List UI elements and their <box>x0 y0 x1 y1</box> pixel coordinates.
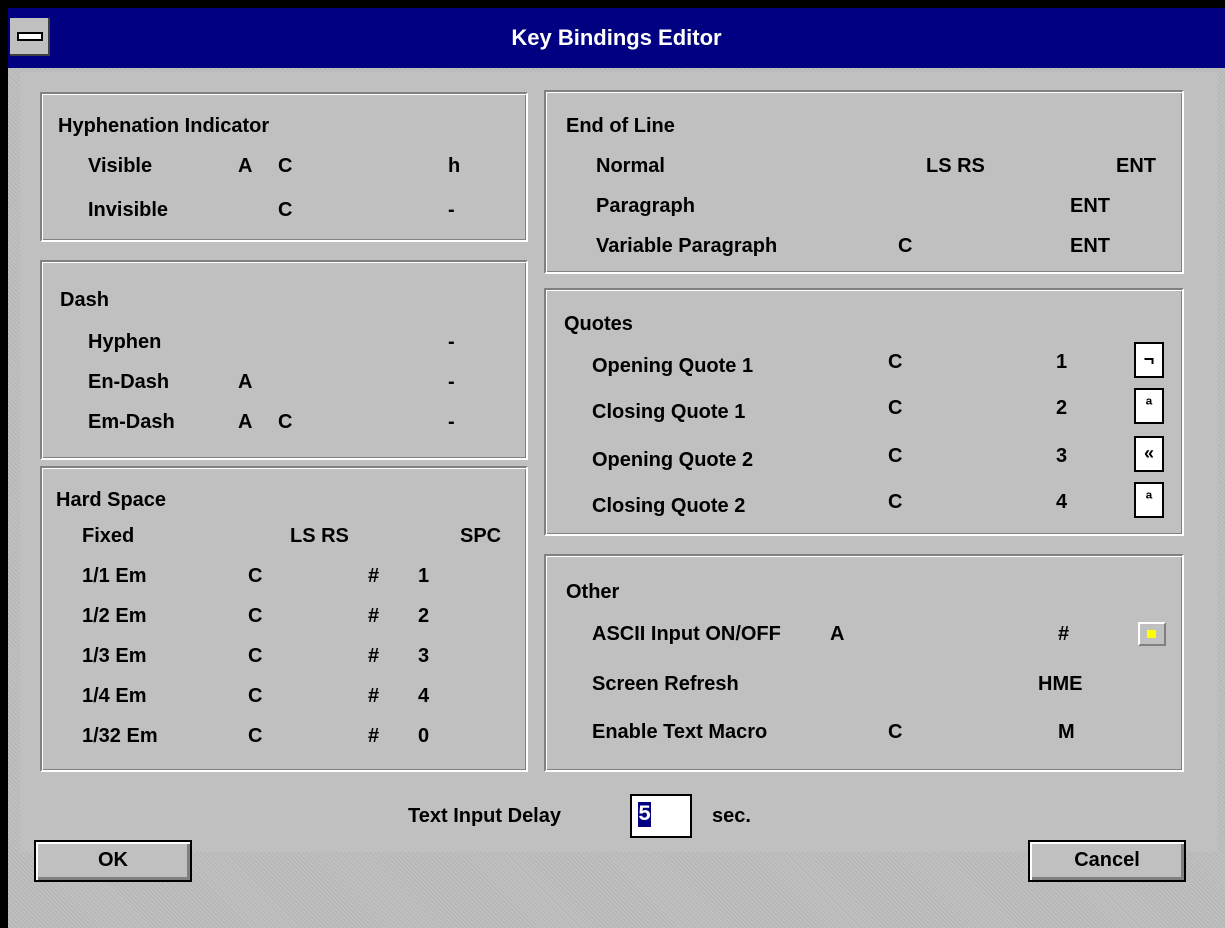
hard-space-row-key: 1 <box>418 565 430 587</box>
hard-space-row-label: 1/2 Em <box>82 605 147 627</box>
hard-space-row-label: 1/1 Em <box>82 565 147 587</box>
quote-row-mod: C <box>888 491 903 513</box>
text-input-delay-field[interactable]: 5 <box>630 794 692 838</box>
quote-glyph-button[interactable]: ¬ <box>1134 342 1164 378</box>
quote-row-label: Closing Quote 2 <box>592 495 746 517</box>
dash-em-label: Em-Dash <box>88 411 175 433</box>
hard-space-row-mod: C <box>248 605 263 627</box>
quote-row-key: 4 <box>1056 491 1068 513</box>
eol-paragraph-key: ENT <box>1070 195 1110 217</box>
title-bar[interactable]: Key Bindings Editor <box>8 8 1225 68</box>
quote-row-label: Opening Quote 1 <box>592 355 754 377</box>
dash-en-key: - <box>448 371 455 393</box>
eol-normal-mod: LS RS <box>926 155 985 177</box>
window-title: Key Bindings Editor <box>511 25 722 50</box>
quote-row-label: Closing Quote 1 <box>592 401 746 423</box>
group-title-hard-space: Hard Space <box>56 489 167 511</box>
dialog-client-area: Hyphenation Indicator Visible A C h Invi… <box>20 72 1217 852</box>
group-title-other: Other <box>566 581 620 603</box>
hyph-invisible-mod-c: C <box>278 199 293 221</box>
eol-normal-key: ENT <box>1116 155 1156 177</box>
key-bindings-window: Key Bindings Editor Hyphenation Indicato… <box>8 8 1225 928</box>
eol-paragraph-label: Paragraph <box>596 195 695 217</box>
hard-space-row-mod: C <box>248 565 263 587</box>
hyph-visible-key: h <box>448 155 461 177</box>
quote-glyph-button[interactable]: ª <box>1134 482 1164 518</box>
hard-space-row-label: 1/32 Em <box>82 725 158 747</box>
hard-space-fixed-mods: LS RS <box>290 525 349 547</box>
quote-row-key: 2 <box>1056 397 1068 419</box>
eol-variable-mod: C <box>898 235 913 257</box>
hard-space-row-key: 0 <box>418 725 430 747</box>
quote-glyph-button[interactable]: ª <box>1134 388 1164 424</box>
dash-en-label: En-Dash <box>88 371 170 393</box>
hard-space-row-sym: # <box>368 725 380 747</box>
text-macro-mod: C <box>888 721 903 743</box>
hyph-invisible-key: - <box>448 199 455 221</box>
quote-row-mod: C <box>888 445 903 467</box>
text-input-delay-label: Text Input Delay <box>408 805 561 827</box>
ascii-input-key: # <box>1058 623 1070 645</box>
eol-normal-label: Normal <box>596 155 665 177</box>
text-macro-label: Enable Text Macro <box>592 721 768 743</box>
screen-refresh-key: HME <box>1038 673 1083 695</box>
group-end-of-line: End of Line Normal LS RS ENT Paragraph E… <box>544 90 1184 274</box>
hyph-visible-mod-c: C <box>278 155 293 177</box>
eol-variable-label: Variable Paragraph <box>596 235 778 257</box>
system-menu-button[interactable] <box>10 18 50 56</box>
group-other: Other ASCII Input ON/OFF A # Screen Refr… <box>544 554 1184 772</box>
group-dash: Dash Hyphen - En-Dash A - Em-Dash A C - <box>40 260 528 460</box>
hard-space-row-mod: C <box>248 645 263 667</box>
group-hard-space: Hard Space Fixed LS RS SPC 1/1 Em C # 1 … <box>40 466 528 772</box>
delay-unit-label: sec. <box>712 805 751 827</box>
quote-glyph-button[interactable]: « <box>1134 436 1164 472</box>
hard-space-row-key: 2 <box>418 605 430 627</box>
dash-hyphen-label: Hyphen <box>88 331 162 353</box>
quote-row-mod: C <box>888 351 903 373</box>
ascii-input-indicator[interactable] <box>1138 622 1166 646</box>
hard-space-row-sym: # <box>368 645 380 667</box>
hard-space-fixed-key: SPC <box>460 525 502 547</box>
hard-space-row-label: 1/4 Em <box>82 685 147 707</box>
dash-em-mod-c: C <box>278 411 293 433</box>
hard-space-row-sym: # <box>368 685 380 707</box>
quote-row-label: Opening Quote 2 <box>592 449 754 471</box>
group-title-end-of-line: End of Line <box>566 115 675 137</box>
dash-em-mod-a: A <box>238 411 253 433</box>
hyph-visible-label: Visible <box>88 155 153 177</box>
group-hyphenation: Hyphenation Indicator Visible A C h Invi… <box>40 92 528 242</box>
hyph-visible-mod-a: A <box>238 155 253 177</box>
screen-refresh-label: Screen Refresh <box>592 673 739 695</box>
ok-button[interactable]: OK <box>34 840 192 882</box>
quote-row-key: 1 <box>1056 351 1068 373</box>
indicator-light-icon <box>1147 630 1156 638</box>
hard-space-fixed-label: Fixed <box>82 525 135 547</box>
quote-row-key: 3 <box>1056 445 1068 467</box>
hyph-invisible-label: Invisible <box>88 199 169 221</box>
hard-space-row-sym: # <box>368 565 380 587</box>
hard-space-row-key: 4 <box>418 685 430 707</box>
dash-en-mod-a: A <box>238 371 253 393</box>
ascii-input-mod: A <box>830 623 845 645</box>
group-quotes: Quotes Opening Quote 1 C 1 ¬ Closing Quo… <box>544 288 1184 536</box>
eol-variable-key: ENT <box>1070 235 1110 257</box>
hard-space-row-mod: C <box>248 725 263 747</box>
group-title-hyphenation: Hyphenation Indicator <box>58 115 270 137</box>
group-title-quotes: Quotes <box>564 313 633 335</box>
hard-space-row-label: 1/3 Em <box>82 645 147 667</box>
group-title-dash: Dash <box>60 289 109 311</box>
text-macro-key: M <box>1058 721 1075 743</box>
dash-hyphen-key: - <box>448 331 455 353</box>
system-menu-icon <box>17 32 43 41</box>
hard-space-row-sym: # <box>368 605 380 627</box>
quote-row-mod: C <box>888 397 903 419</box>
hard-space-row-mod: C <box>248 685 263 707</box>
ascii-input-label: ASCII Input ON/OFF <box>592 623 781 645</box>
cancel-button[interactable]: Cancel <box>1028 840 1186 882</box>
dash-em-key: - <box>448 411 455 433</box>
delay-value: 5 <box>638 802 652 827</box>
hard-space-row-key: 3 <box>418 645 430 667</box>
